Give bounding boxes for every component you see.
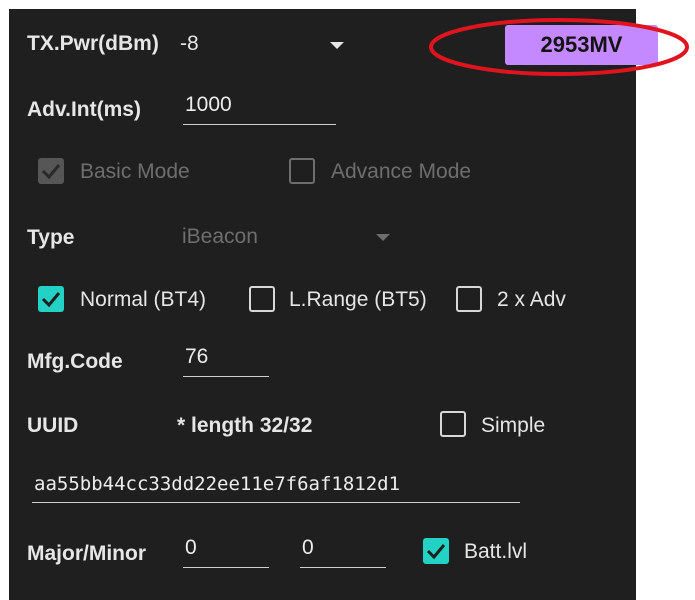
chevron-down-icon: [330, 42, 344, 49]
check-icon: [41, 292, 61, 308]
tx-power-dropdown[interactable]: -8: [180, 28, 360, 62]
mfg-code-value: 76: [185, 345, 209, 368]
type-value: iBeacon: [182, 225, 258, 248]
simple-label: Simple: [481, 414, 546, 437]
highlight-ellipse: [429, 18, 689, 76]
double-adv-checkbox[interactable]: [456, 286, 482, 312]
normal-bt4-checkbox[interactable]: [38, 286, 64, 312]
mfg-code-input[interactable]: 76: [183, 344, 269, 377]
major-input[interactable]: 0: [183, 535, 269, 568]
double-adv-label: 2 x Adv: [497, 288, 566, 311]
check-icon: [41, 164, 61, 180]
normal-bt4-label: Normal (BT4): [80, 288, 207, 311]
type-label: Type: [27, 226, 75, 249]
adv-interval-value: 1000: [185, 93, 232, 116]
adv-interval-input[interactable]: 1000: [183, 92, 336, 125]
tx-power-value: -8: [180, 32, 199, 55]
minor-value: 0: [302, 536, 314, 559]
minor-input[interactable]: 0: [300, 535, 386, 568]
long-range-checkbox[interactable]: [249, 286, 275, 312]
batt-lvl-checkbox[interactable]: [423, 538, 449, 564]
major-value: 0: [185, 536, 197, 559]
batt-lvl-label: Batt.lvl: [464, 540, 528, 563]
chevron-down-icon: [376, 234, 390, 241]
uuid-length-text: * length 32/32: [177, 414, 313, 437]
advance-mode-label: Advance Mode: [331, 160, 472, 183]
major-minor-label: Major/Minor: [27, 542, 146, 565]
uuid-input[interactable]: aa55bb44cc33dd22ee11e7f6af1812d1: [32, 470, 520, 503]
type-dropdown[interactable]: iBeacon: [182, 222, 402, 254]
uuid-label: UUID: [27, 414, 79, 437]
mfg-code-label: Mfg.Code: [27, 350, 123, 373]
long-range-label: L.Range (BT5): [289, 288, 427, 311]
adv-interval-label: Adv.Int(ms): [27, 98, 141, 121]
simple-checkbox[interactable]: [440, 411, 466, 437]
check-icon: [426, 544, 446, 560]
basic-mode-checkbox[interactable]: [38, 158, 64, 184]
tx-power-label: TX.Pwr(dBm): [27, 32, 159, 55]
uuid-value: aa55bb44cc33dd22ee11e7f6af1812d1: [34, 473, 401, 495]
basic-mode-label: Basic Mode: [80, 160, 190, 183]
advance-mode-checkbox[interactable]: [289, 158, 315, 184]
